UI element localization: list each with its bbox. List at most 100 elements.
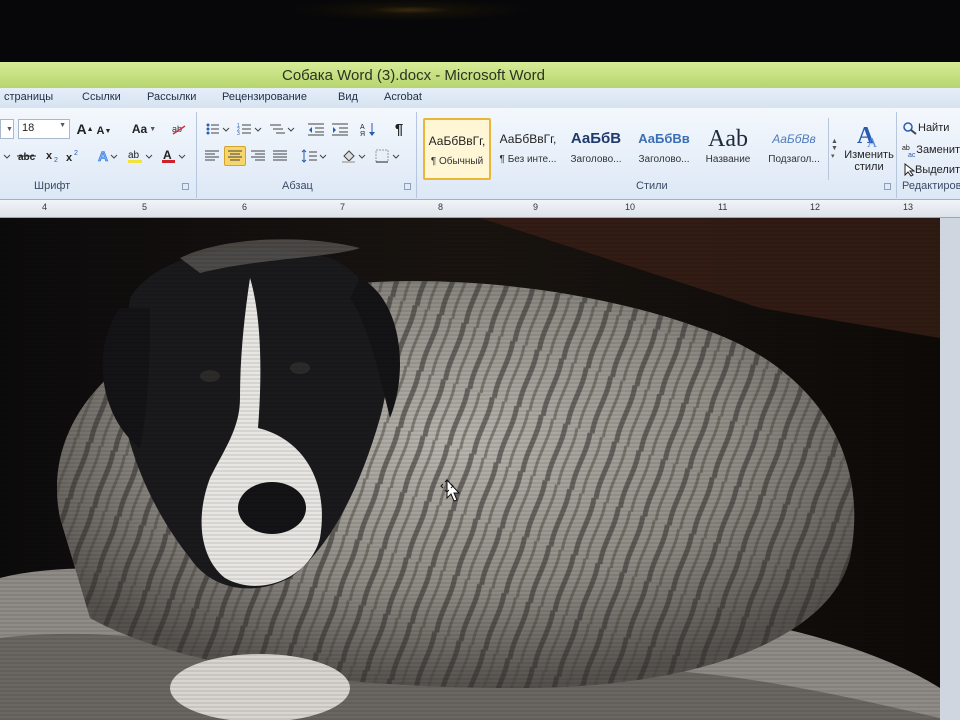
find-button[interactable]: Найти (902, 118, 960, 138)
group-divider (416, 112, 417, 198)
font-color-icon: A (162, 148, 186, 163)
style-sample: АаБбВвГг, (499, 132, 557, 146)
align-right-button[interactable] (248, 146, 268, 166)
font-group-label: Шрифт (34, 180, 71, 192)
show-marks-button[interactable]: ¶ (390, 119, 408, 139)
font-name-dropdown[interactable]: ▼ (0, 119, 14, 139)
shrink-font-button[interactable]: A ▼ (96, 121, 112, 141)
grow-font-button[interactable]: A ▲ (76, 119, 94, 139)
multilevel-list-icon (270, 124, 295, 134)
svg-text:3: 3 (237, 131, 240, 136)
dog-image (0, 218, 940, 720)
style-title[interactable]: Aab Название (694, 118, 762, 180)
group-divider (896, 112, 897, 198)
multilevel-list-button[interactable] (268, 119, 296, 139)
align-right-icon (251, 150, 265, 161)
align-left-icon (205, 150, 219, 161)
tab-page-layout[interactable]: страницы (4, 91, 53, 103)
style-no-spacing[interactable]: АаБбВвГг, ¶ Без инте... (494, 118, 562, 180)
style-heading-1[interactable]: АаБбВ Заголово... (562, 118, 630, 180)
superscript-icon: x2 (66, 150, 78, 163)
svg-text:abc: abc (18, 152, 36, 162)
font-size-value: 18 (22, 122, 35, 134)
horizontal-ruler[interactable]: 4 5 6 7 8 9 10 11 12 13 (0, 200, 960, 218)
style-subtitle[interactable]: АаБбВв Подзагол... (760, 118, 828, 180)
decrease-indent-icon (308, 123, 324, 136)
change-styles-button[interactable]: AA Изменить стили (842, 114, 896, 180)
shading-button[interactable] (340, 146, 368, 166)
borders-button[interactable] (374, 146, 402, 166)
strikethrough-icon: abc (17, 152, 36, 162)
clear-formatting-button[interactable]: ab (170, 119, 188, 139)
decrease-indent-button[interactable] (306, 119, 326, 139)
style-sample: Aab (708, 128, 748, 150)
shading-icon (342, 150, 366, 163)
svg-text:A: A (98, 148, 108, 164)
styles-gallery-scroll[interactable]: ▲ ▼ ▾ (828, 118, 840, 180)
style-normal[interactable]: АаБбВвГг, ¶ Обычный (423, 118, 491, 180)
ruler-tick: 4 (42, 202, 48, 212)
bullets-icon (206, 123, 230, 135)
style-heading-2[interactable]: АаБбВв Заголово... (630, 118, 698, 180)
change-styles-label-1: Изменить (844, 149, 894, 161)
styles-group-label: Стили (636, 180, 668, 192)
ruler-tick: 11 (718, 202, 728, 212)
select-label: Выделит (914, 164, 960, 176)
svg-text:ab: ab (128, 150, 140, 161)
svg-text:x: x (46, 150, 53, 162)
text-effects-icon: A (98, 148, 118, 164)
borders-icon (375, 149, 400, 163)
replace-icon: abac (902, 145, 916, 157)
select-button[interactable]: Выделит (902, 160, 960, 180)
align-left-button[interactable] (202, 146, 222, 166)
highlight-button[interactable]: ab (126, 146, 156, 166)
style-sample: АаБбВвГг, (428, 134, 486, 148)
line-spacing-button[interactable] (300, 146, 328, 166)
svg-text:ab: ab (902, 145, 910, 152)
font-color-button[interactable]: A (160, 146, 188, 166)
tab-references[interactable]: Ссылки (82, 91, 121, 103)
change-styles-icon: AA (857, 123, 878, 149)
editing-group-label: Редактирова (902, 180, 960, 192)
svg-text:2: 2 (74, 150, 78, 157)
font-size-dropdown[interactable]: 18 ▼ (18, 119, 70, 139)
change-styles-label-2: стили (854, 161, 884, 173)
inserted-dog-photo[interactable] (0, 218, 940, 720)
style-sample: АаБбВв (638, 131, 690, 146)
style-name: Заголово... (638, 154, 690, 165)
svg-text:ac: ac (908, 152, 916, 157)
ruler-tick: 5 (142, 202, 148, 212)
change-case-button[interactable]: Aa ▼ (130, 119, 158, 139)
strikethrough-button[interactable]: abc (16, 146, 38, 166)
move-cursor-icon (440, 478, 461, 502)
bullets-button[interactable] (204, 119, 232, 139)
grow-font-label: A (76, 121, 87, 137)
ruler-tick: 9 (533, 202, 539, 212)
shrink-font-label: A (96, 125, 105, 137)
tab-view[interactable]: Вид (338, 91, 358, 103)
justify-button[interactable] (270, 146, 290, 166)
text-effects-button[interactable]: A (96, 146, 120, 166)
superscript-button[interactable]: x2 (64, 146, 82, 166)
replace-button[interactable]: ab ac Заменит (902, 140, 960, 160)
subscript-button[interactable]: x2 (44, 146, 62, 166)
show-marks-icon: ¶ (394, 120, 404, 138)
numbering-icon: 123 (237, 123, 262, 136)
tab-review[interactable]: Рецензирование (222, 91, 307, 103)
svg-text:A: A (163, 148, 172, 162)
font-dialog-launcher[interactable] (182, 183, 189, 190)
sort-button[interactable]: АЯ (358, 119, 378, 139)
tab-mailings[interactable]: Рассылки (147, 91, 196, 103)
title-bar: Собака Word (3).docx - Microsoft Word (0, 62, 960, 88)
paragraph-dialog-launcher[interactable] (404, 183, 411, 190)
paragraph-group-label: Абзац (282, 180, 313, 192)
italic-button-partial[interactable] (0, 146, 14, 166)
align-center-button[interactable] (224, 146, 246, 166)
styles-dialog-launcher[interactable] (884, 183, 891, 190)
increase-indent-button[interactable] (330, 119, 350, 139)
sort-icon: АЯ (360, 123, 375, 137)
change-case-label: Aa (131, 122, 148, 136)
style-sample: АаБбВ (570, 130, 622, 147)
numbering-button[interactable]: 123 (236, 119, 264, 139)
tab-acrobat[interactable]: Acrobat (384, 91, 422, 103)
